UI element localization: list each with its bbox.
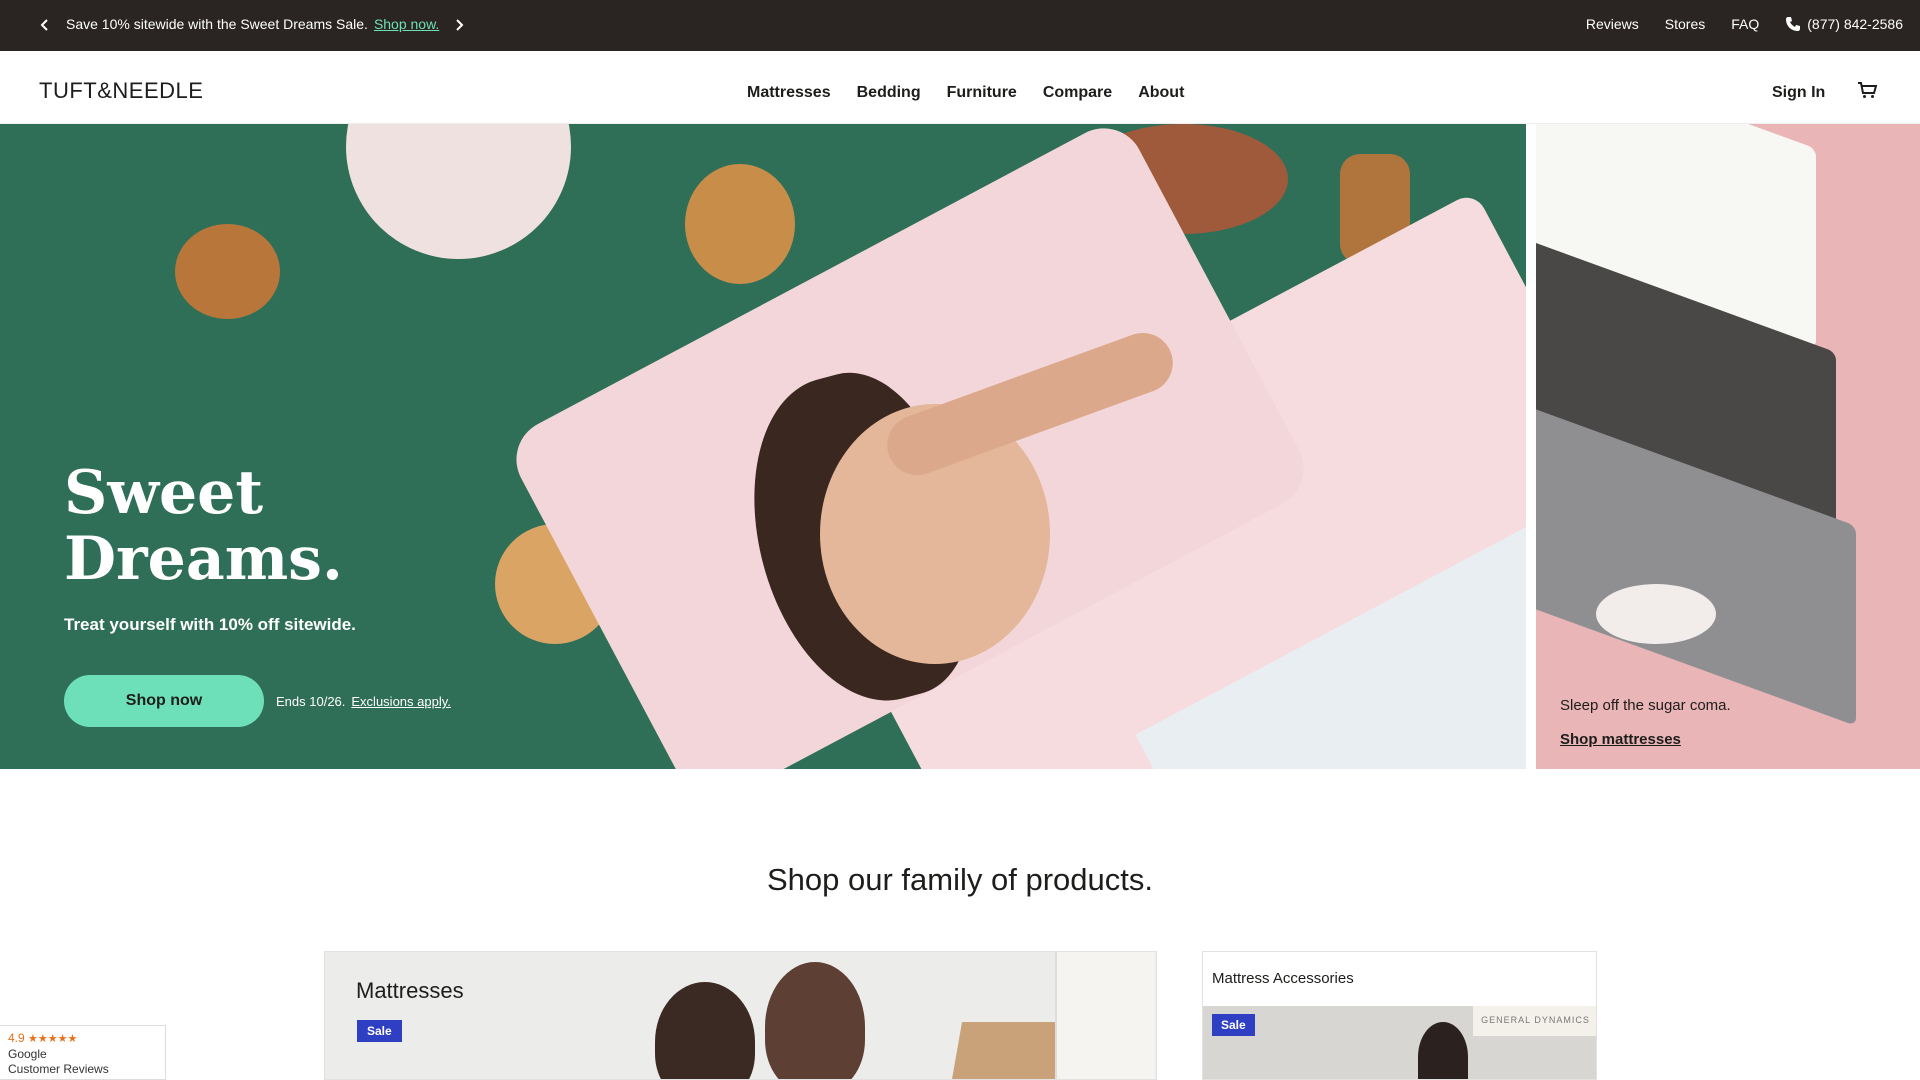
man-image <box>765 962 865 1079</box>
pastry-image <box>175 224 280 319</box>
nav-compare[interactable]: Compare <box>1043 84 1112 102</box>
star-rating-icon: ★★★★★ <box>28 1033 78 1045</box>
promo-message-text: Save 10% sitewide with the Sweet Dreams … <box>66 16 368 32</box>
card-title: Mattresses <box>356 978 464 1003</box>
google-reviews-badge[interactable]: 4.9 ★★★★★ Google Customer Reviews <box>0 1025 166 1080</box>
bookshelf-image <box>1055 952 1155 1079</box>
side-promo[interactable]: Sleep off the sugar coma. Shop mattresse… <box>1536 124 1920 769</box>
sign-in-link[interactable]: Sign In <box>1772 84 1825 102</box>
card-title: Mattress Accessories <box>1212 970 1354 987</box>
hero-ends-note: Ends 10/26. Exclusions apply. <box>276 694 451 709</box>
ends-date: Ends 10/26. <box>276 694 346 709</box>
section-title: Shop our family of products. <box>767 862 1153 897</box>
pastry-image <box>685 164 795 284</box>
poster-image: GENERAL DYNAMICS <box>1473 1006 1596 1036</box>
dessert-plate-image <box>346 124 571 259</box>
utility-links: Reviews Stores FAQ (877) 842-2586 <box>1586 16 1903 32</box>
promo-message: Save 10% sitewide with the Sweet Dreams … <box>66 16 439 32</box>
side-promo-text: Sleep off the sugar coma. <box>1560 697 1731 714</box>
shop-mattresses-link[interactable]: Shop mattresses <box>1560 731 1681 748</box>
nav-about[interactable]: About <box>1138 84 1184 102</box>
hero-title: Sweet Dreams. <box>64 460 464 592</box>
exclusions-link[interactable]: Exclusions apply. <box>351 694 450 709</box>
shop-now-button[interactable]: Shop now <box>64 675 264 727</box>
promo-bar: Save 10% sitewide with the Sweet Dreams … <box>0 0 1920 51</box>
google-label: Google <box>8 1047 47 1061</box>
phone-link[interactable]: (877) 842-2586 <box>1785 16 1903 32</box>
woman-image <box>655 982 755 1079</box>
review-score: 4.9 <box>8 1031 25 1045</box>
phone-icon <box>1786 17 1801 31</box>
phone-number: (877) 842-2586 <box>1807 16 1903 32</box>
chevron-left-icon[interactable] <box>38 18 52 32</box>
site-header: TUFT&NEEDLE Mattresses Bedding Furniture… <box>0 51 1920 124</box>
sale-badge: Sale <box>357 1020 402 1042</box>
main-nav: Mattresses Bedding Furniture Compare Abo… <box>747 84 1210 102</box>
cart-icon[interactable] <box>1857 81 1877 99</box>
donuts-image <box>1596 584 1716 644</box>
hero-subtitle: Treat yourself with 10% off sitewide. <box>64 615 356 634</box>
mattress-accessories-card[interactable]: Mattress Accessories GENERAL DYNAMICS Sa… <box>1202 951 1597 1080</box>
nav-bedding[interactable]: Bedding <box>857 84 921 102</box>
chevron-right-icon[interactable] <box>452 18 466 32</box>
nav-furniture[interactable]: Furniture <box>947 84 1017 102</box>
logo[interactable]: TUFT&NEEDLE <box>39 78 203 104</box>
sale-badge: Sale <box>1212 1014 1255 1036</box>
hero-title-line1: Sweet <box>64 458 264 528</box>
faq-link[interactable]: FAQ <box>1731 16 1759 32</box>
promo-shop-now-link[interactable]: Shop now. <box>374 16 439 32</box>
hero-title-line2: Dreams. <box>64 524 343 594</box>
nav-mattresses[interactable]: Mattresses <box>747 84 831 102</box>
customer-reviews-label: Customer Reviews <box>8 1062 109 1076</box>
hero-banner: Sweet Dreams. Treat yourself with 10% off… <box>0 124 1526 769</box>
stores-link[interactable]: Stores <box>1665 16 1705 32</box>
mattresses-card[interactable]: Mattresses Sale <box>324 951 1157 1080</box>
reviews-link[interactable]: Reviews <box>1586 16 1639 32</box>
